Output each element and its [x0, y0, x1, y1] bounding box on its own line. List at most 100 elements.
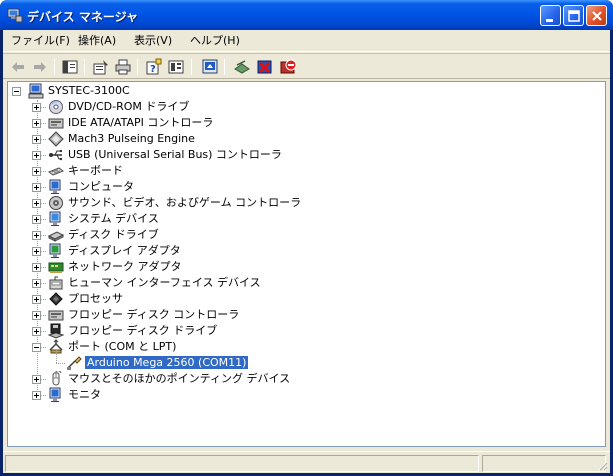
menu-bar: ファイル(F) 操作(A) 表示(V) ヘルプ(H): [3, 30, 610, 52]
root-collapse-toggle[interactable]: [12, 87, 21, 96]
toolbar-separator: [84, 59, 85, 75]
device-category-item[interactable]: ヒューマン インターフェイス デバイス: [68, 275, 261, 291]
menu-action[interactable]: 操作(A): [78, 33, 116, 49]
network-adapter-icon: [48, 262, 64, 273]
status-pane-secondary: [482, 455, 606, 472]
floppy-controller-icon: [48, 310, 64, 321]
device-category-item[interactable]: フロッピー ディスク コントローラ: [68, 307, 239, 323]
expand-toggle[interactable]: [32, 231, 41, 240]
back-arrow-icon[interactable]: [9, 58, 27, 76]
uninstall-icon[interactable]: [256, 58, 274, 76]
device-tree[interactable]: SYSTEC-3100C DVD/CD-ROM ドライブ IDE ATA/ATAP…: [7, 81, 606, 447]
device-category-item[interactable]: IDE ATA/ATAPI コントローラ: [68, 115, 213, 131]
scan-hardware-icon[interactable]: [201, 58, 219, 76]
collapse-toggle[interactable]: [32, 343, 41, 352]
keyboard-icon: [48, 167, 64, 176]
device-category-item[interactable]: キーボード: [68, 163, 123, 179]
device-category-item[interactable]: DVD/CD-ROM ドライブ: [68, 99, 189, 115]
expand-toggle[interactable]: [32, 215, 41, 224]
resize-grip-icon[interactable]: [596, 459, 608, 471]
expand-toggle[interactable]: [32, 103, 41, 112]
expand-toggle[interactable]: [32, 119, 41, 128]
expand-toggle[interactable]: [32, 375, 41, 384]
device-category-item[interactable]: システム デバイス: [68, 211, 159, 227]
expand-toggle[interactable]: [32, 391, 41, 400]
monitor-icon: [49, 387, 61, 402]
floppy-drive-icon: [48, 323, 64, 339]
device-category-item[interactable]: サウンド、ビデオ、およびゲーム コントローラ: [68, 195, 301, 211]
disable-device-icon[interactable]: [279, 58, 297, 76]
window-frame: ファイル(F) 操作(A) 表示(V) ヘルプ(H) ? SYSTEC-3100…: [3, 30, 610, 473]
title-bar[interactable]: デバイス マネージャ: [0, 0, 613, 30]
expand-toggle[interactable]: [32, 167, 41, 176]
print-icon[interactable]: [114, 58, 132, 76]
svg-text:?: ?: [150, 64, 156, 75]
tree-connector: [56, 349, 57, 363]
device-category-item[interactable]: ディスク ドライブ: [68, 227, 159, 243]
usb-icon: [49, 150, 63, 161]
tree-connector: [56, 363, 65, 364]
mouse-icon: [52, 371, 62, 386]
toolbar: ?: [3, 53, 610, 79]
expand-toggle[interactable]: [32, 247, 41, 256]
show-hide-console-tree-icon[interactable]: [61, 58, 79, 76]
expand-toggle[interactable]: [32, 135, 41, 144]
expand-toggle[interactable]: [32, 183, 41, 192]
status-pane-main: [5, 455, 479, 472]
close-icon: [592, 11, 602, 21]
device-category-item[interactable]: プロセッサ: [68, 291, 123, 307]
expand-toggle[interactable]: [32, 327, 41, 336]
cdrom-icon: [49, 100, 63, 114]
device-category-item[interactable]: マウスとそのほかのポインティング デバイス: [68, 371, 290, 387]
device-category-item[interactable]: フロッピー ディスク ドライブ: [68, 323, 217, 339]
close-button[interactable]: [586, 5, 607, 26]
device-manager-icon: [7, 8, 23, 23]
port-connector-icon: [67, 356, 82, 370]
update-driver-icon[interactable]: [233, 58, 251, 76]
hid-icon: [49, 276, 63, 290]
maximize-button[interactable]: [563, 5, 584, 26]
speaker-icon: [49, 196, 63, 210]
toolbar-separator: [191, 59, 192, 75]
diamond-icon: [48, 131, 64, 147]
device-category-item[interactable]: ネットワーク アダプタ: [68, 259, 182, 275]
toolbar-separator: [137, 59, 138, 75]
monitor-icon: [49, 179, 61, 194]
ide-controller-icon: [48, 118, 64, 129]
status-bar: [3, 451, 610, 473]
export-list-icon[interactable]: [167, 58, 185, 76]
device-category-item[interactable]: Mach3 Pulseing Engine: [68, 131, 195, 147]
display-adapter-icon: [49, 243, 61, 258]
device-manager-window: デバイス マネージャ ファイル(F) 操作(A) 表示(V) ヘルプ(H) ?: [0, 0, 613, 476]
menu-help[interactable]: ヘルプ(H): [190, 33, 240, 49]
help-icon[interactable]: ?: [145, 58, 163, 76]
tree-root-label[interactable]: SYSTEC-3100C: [48, 83, 130, 99]
forward-arrow-icon[interactable]: [31, 58, 49, 76]
maximize-icon: [568, 10, 580, 22]
minimize-button[interactable]: [540, 5, 561, 26]
minimize-icon: [546, 19, 553, 22]
device-item[interactable]: Arduino Mega 2560 (COM11): [83, 355, 250, 371]
properties-icon[interactable]: [92, 58, 110, 76]
system-device-icon: [49, 211, 61, 226]
device-category-item[interactable]: USB (Universal Serial Bus) コントローラ: [68, 147, 282, 163]
expand-toggle[interactable]: [32, 263, 41, 272]
toolbar-separator: [224, 59, 225, 75]
disk-drive-icon: [48, 231, 64, 242]
processor-icon: [49, 292, 63, 306]
computer-icon: [28, 83, 44, 99]
device-category-item[interactable]: モニタ: [68, 387, 101, 403]
expand-toggle[interactable]: [32, 151, 41, 160]
window-title: デバイス マネージャ: [27, 10, 138, 24]
expand-toggle[interactable]: [32, 199, 41, 208]
device-category-item[interactable]: ディスプレイ アダプタ: [68, 243, 181, 259]
toolbar-separator: [54, 59, 55, 75]
expand-toggle[interactable]: [32, 311, 41, 320]
expand-toggle[interactable]: [32, 295, 41, 304]
device-category-item[interactable]: コンピュータ: [68, 179, 134, 195]
device-category-item[interactable]: ポート (COM と LPT): [68, 339, 176, 355]
menu-view[interactable]: 表示(V): [134, 33, 172, 49]
device-item-selected[interactable]: Arduino Mega 2560 (COM11): [83, 355, 250, 370]
menu-file[interactable]: ファイル(F): [11, 33, 70, 49]
expand-toggle[interactable]: [32, 279, 41, 288]
